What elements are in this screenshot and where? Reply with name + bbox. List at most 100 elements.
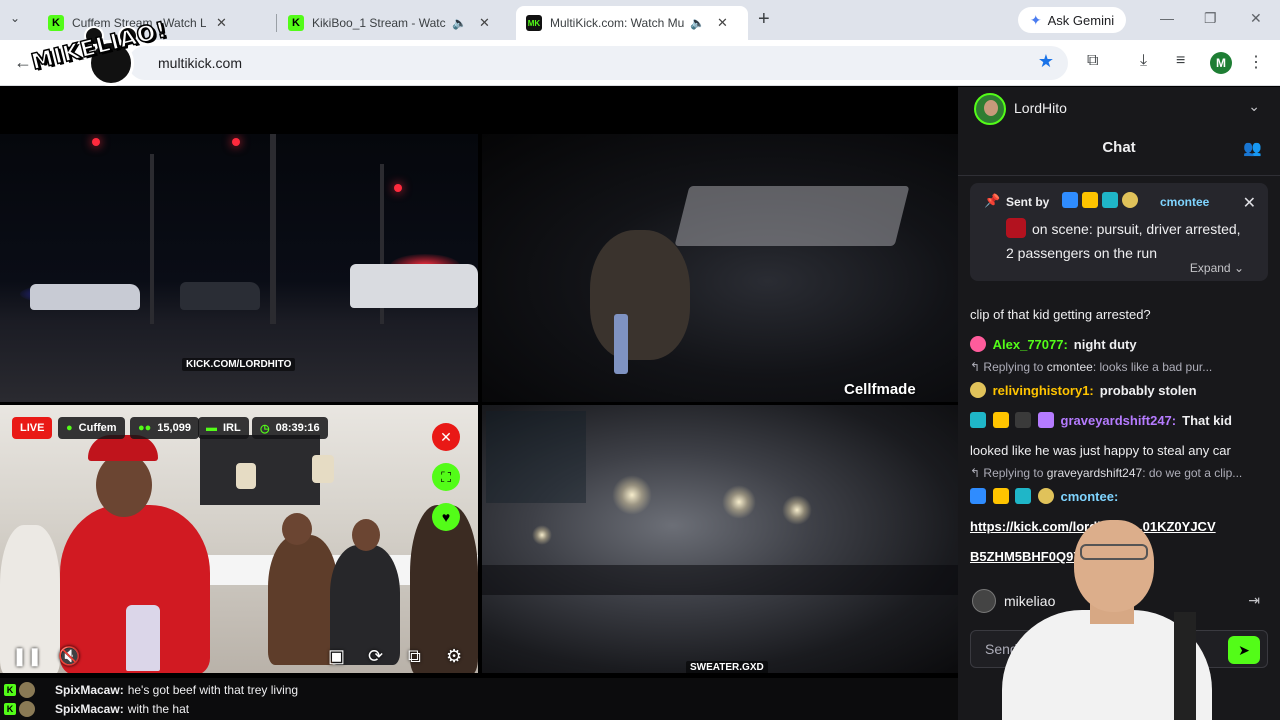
chat-text: night duty — [1073, 337, 1137, 352]
streamer-logo-overlay: MIKELIAO! — [28, 17, 171, 92]
badge-icon — [1102, 192, 1118, 208]
chevron-down-icon[interactable]: ⌄ — [1248, 98, 1260, 115]
tab-kikiboo[interactable]: K KikiBoo_1 Stream - Watch Live 🔈 ✕ — [278, 6, 510, 40]
fullscreen-button[interactable]: ⛶ — [432, 463, 460, 491]
pause-icon[interactable]: ❚❚ — [12, 646, 42, 667]
crown-icon — [1082, 192, 1098, 208]
pip-icon[interactable]: ▣ — [328, 646, 345, 667]
close-icon[interactable]: ✕ — [717, 15, 728, 31]
chat-message: cmontee: — [970, 487, 1124, 507]
reply-icon: ↰ — [970, 360, 981, 374]
chat-username[interactable]: SpixMacaw: — [55, 683, 124, 697]
pin-icon: 📌 — [984, 193, 1001, 208]
plus-icon[interactable]: + — [758, 8, 770, 31]
badge-icon — [970, 382, 986, 398]
reply-text: : do we got a clip... — [1142, 466, 1243, 480]
kick-icon: K — [4, 703, 16, 715]
channel-badge[interactable]: ● Cuffem — [58, 417, 125, 439]
stream-tile-car-interior[interactable]: Cellfmade — [482, 134, 958, 402]
remove-stream-button[interactable]: ✕ — [432, 423, 460, 451]
ask-gemini-label: Ask Gemini — [1047, 12, 1115, 28]
chat-title: Chat — [1102, 139, 1136, 156]
webcam-face — [1074, 520, 1154, 612]
street-pole — [150, 154, 154, 324]
reply-line[interactable]: ↰ Replying to cmontee: looks like a bad … — [970, 357, 1212, 377]
close-icon: ✕ — [440, 428, 452, 445]
badge-icon — [1122, 192, 1138, 208]
follow-button[interactable]: ♥ — [432, 503, 460, 531]
person-silhouette — [590, 230, 690, 360]
gamepad-icon: ▬ — [206, 422, 217, 434]
reply-text: : looks like a bad pur... — [1092, 360, 1213, 374]
reply-line[interactable]: ↰ Replying to graveyardshift247: do we g… — [970, 463, 1242, 483]
close-icon[interactable]: ✕ — [1243, 193, 1256, 213]
address-bar[interactable]: multikick.com ★ — [128, 46, 1068, 80]
channel-selector[interactable]: LordHito ⌄ — [958, 87, 1280, 129]
gift-icon — [1037, 412, 1054, 428]
kebab-icon[interactable]: ⋮ — [1248, 52, 1264, 72]
window-close-icon[interactable]: ✕ — [1250, 10, 1262, 27]
minimize-icon[interactable]: — — [1160, 10, 1174, 26]
chat-message: clip of that kid getting arrested? — [970, 307, 1151, 322]
bottom-chat-strip: K SpixMacaw: he's got beef with that tre… — [0, 678, 958, 720]
media-icon[interactable]: ≡ — [1176, 52, 1185, 70]
stream-tile-cuffem[interactable]: LIVE ● Cuffem ●● 15,099 ▬ IRL ◷ 08:39:16… — [0, 405, 478, 673]
close-icon[interactable]: ✕ — [479, 15, 490, 31]
stream-tile-street-smoke[interactable]: SWEATER.GXD — [482, 405, 958, 673]
stream-watermark: SWEATER.GXD — [686, 661, 768, 673]
tab-multikick[interactable]: MK MultiKick.com: Watch Multiple 🔈 ✕ — [516, 6, 748, 40]
chat-username[interactable]: cmontee: — [1061, 489, 1119, 504]
channel-name: LordHito — [1014, 100, 1067, 116]
kick-icon: K — [4, 684, 16, 696]
chat-overlay — [486, 411, 586, 503]
settings-icon[interactable]: ⚙ — [446, 646, 462, 667]
reply-user: cmontee — [1046, 360, 1093, 374]
pinned-text-wrap: on scene: pursuit, driver arrested, 2 pa… — [1006, 217, 1246, 265]
stream-watermark: Cellfmade — [844, 381, 916, 398]
reply-label: Replying to — [983, 466, 1044, 480]
close-icon[interactable]: ✕ — [216, 15, 227, 31]
viewer-count: 15,099 — [157, 422, 191, 434]
avatar — [19, 701, 35, 717]
stream-tile-lordhito[interactable]: KICK.COM/LORDHITO — [0, 134, 478, 402]
chat-text: with the hat — [127, 702, 190, 716]
restore-icon[interactable]: ❐ — [1204, 10, 1217, 27]
bookmark-star-icon[interactable]: ★ — [1038, 51, 1054, 72]
url-text: multikick.com — [158, 55, 243, 71]
popout-icon[interactable]: ⧉ — [408, 646, 421, 667]
badge-icon — [1015, 488, 1032, 504]
users-icon[interactable]: 👥 — [1243, 139, 1262, 157]
expand-button[interactable]: Expand ⌄ — [1190, 261, 1244, 275]
chat-username[interactable]: graveyardshift247: — [1061, 413, 1177, 428]
traffic-light — [92, 138, 100, 146]
speaker-icon[interactable]: 🔈 — [690, 16, 705, 30]
download-icon[interactable]: ⤓ — [1140, 52, 1147, 70]
pendant-light — [312, 455, 334, 483]
avatar — [19, 682, 35, 698]
tab-list-icon[interactable]: ⌄ — [10, 11, 20, 25]
chat-username[interactable]: Alex_77077: — [993, 337, 1068, 352]
tab-strip: ⌄ K Cuffem Stream - Watch Live on Kick ✕… — [0, 0, 1280, 40]
car — [180, 282, 260, 310]
chat-text: probably stolen — [1099, 383, 1197, 398]
heart-icon: ♥ — [441, 509, 451, 525]
profile-avatar[interactable]: M — [1210, 52, 1232, 74]
multikick-favicon-icon: MK — [526, 15, 542, 31]
divider — [958, 175, 1280, 176]
badge-icon — [970, 412, 986, 428]
category-badge[interactable]: ▬ IRL — [198, 417, 249, 439]
extensions-icon[interactable]: ⧉ — [1087, 52, 1098, 70]
pinned-username[interactable]: cmontee — [1160, 195, 1209, 209]
ask-gemini-button[interactable]: ✦ Ask Gemini — [1018, 7, 1126, 33]
speaker-icon[interactable]: 🔈 — [452, 16, 467, 30]
person-head — [352, 519, 380, 551]
webcam-glasses — [1080, 544, 1148, 560]
person-head — [282, 513, 312, 545]
chat-username[interactable]: relivinghistory1: — [993, 383, 1094, 398]
refresh-icon[interactable]: ⟳ — [368, 646, 383, 667]
pinned-text: on scene: pursuit, driver arrested, 2 pa… — [1006, 221, 1241, 261]
chat-message: Alex_77077: night duty — [970, 335, 1137, 355]
viewer-count-badge: ●● 15,099 — [130, 417, 199, 439]
mute-icon[interactable]: 🔇 — [58, 646, 80, 667]
chat-username[interactable]: SpixMacaw: — [55, 702, 124, 716]
